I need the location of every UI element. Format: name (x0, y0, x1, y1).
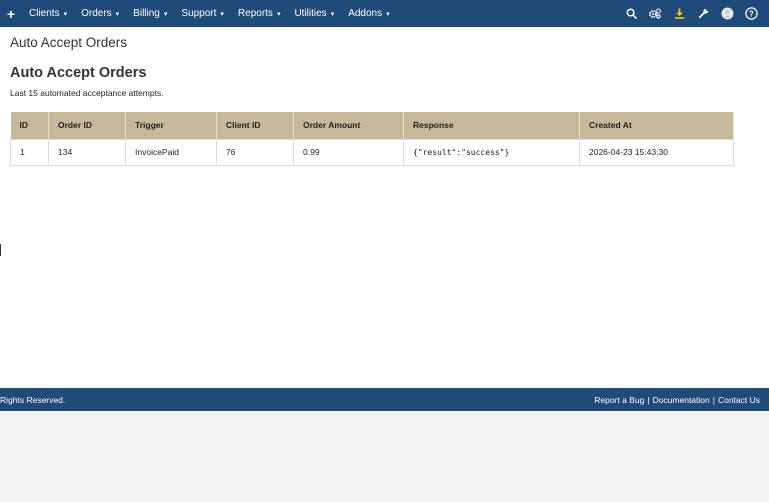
footer-separator: | (647, 394, 650, 405)
menu-reports[interactable]: Reports ▾ (231, 0, 288, 27)
caret-down-icon: ▾ (115, 10, 120, 18)
caret-down-icon: ▾ (63, 10, 68, 18)
footer-separator: | (712, 394, 715, 405)
report-bug-link[interactable]: Report a Bug (594, 395, 644, 405)
cell-client-id: 76 (216, 138, 294, 166)
header-response: Response (403, 112, 580, 139)
avatar-icon[interactable] (715, 0, 739, 27)
footer: Rights Reserved. Report a Bug | Document… (0, 388, 769, 411)
caret-down-icon: ▾ (276, 10, 281, 18)
breadcrumb-title: Auto Accept Orders (10, 35, 128, 50)
contact-us-link[interactable]: Contact Us (718, 395, 760, 405)
menu-label: Clients (29, 8, 60, 19)
header-order-amount: Order Amount (293, 112, 404, 139)
orders-table: ID Order ID Trigger Client ID Order Amou… (10, 112, 734, 166)
table-row: 1 134 InvoicePaid 76 0.99 {"result":"suc… (10, 138, 734, 166)
cell-id: 1 (10, 138, 49, 166)
wrench-icon[interactable] (691, 0, 715, 27)
main-menu: Clients ▾ Orders ▾ Billing ▾ Support ▾ R… (22, 0, 397, 27)
cell-order-id: 134 (48, 138, 126, 166)
menu-billing[interactable]: Billing ▾ (126, 0, 174, 27)
page-subtitle: Last 15 automated acceptance attempts. (10, 88, 164, 98)
menu-label: Utilities (294, 8, 327, 19)
main-content: Auto Accept Orders Auto Accept Orders La… (0, 27, 769, 388)
menu-label: Orders (81, 8, 112, 19)
menu-label: Billing (133, 8, 160, 19)
header-client-id: Client ID (216, 112, 294, 139)
search-icon[interactable] (619, 0, 643, 27)
menu-support[interactable]: Support ▾ (174, 0, 231, 27)
header-order-id: Order ID (48, 112, 126, 139)
menu-label: Addons (348, 8, 383, 19)
download-icon[interactable] (667, 0, 691, 27)
cell-response: {"result":"success"} (403, 138, 580, 166)
navbar-right-icons: ? (619, 0, 763, 27)
footer-links: Report a Bug | Documentation | Contact U… (594, 395, 760, 405)
table-header-row: ID Order ID Trigger Client ID Order Amou… (10, 112, 734, 139)
page-title: Auto Accept Orders (10, 65, 147, 81)
help-icon[interactable]: ? (739, 0, 763, 27)
footer-copyright: Rights Reserved. (0, 394, 66, 405)
left-edge-marker (0, 244, 1, 256)
caret-down-icon: ▾ (220, 10, 224, 18)
caret-down-icon: ▾ (163, 10, 168, 18)
caret-down-icon: ▾ (386, 10, 390, 18)
menu-label: Support (181, 8, 217, 19)
menu-clients[interactable]: Clients ▾ (22, 0, 74, 27)
caret-down-icon: ▾ (330, 10, 335, 18)
documentation-link[interactable]: Documentation (653, 395, 710, 405)
svg-text:?: ? (749, 9, 754, 18)
cell-trigger: InvoicePaid (125, 138, 217, 166)
header-created-at: Created At (579, 112, 734, 139)
plus-icon[interactable]: + (0, 0, 22, 27)
header-id: ID (10, 112, 49, 139)
cell-order-amount: 0.99 (293, 138, 404, 166)
cell-created-at: 2026-04-23 15:43:30 (579, 138, 734, 166)
menu-utilities[interactable]: Utilities ▾ (287, 0, 341, 27)
cogs-icon[interactable] (643, 0, 667, 27)
top-navbar: + Clients ▾ Orders ▾ Billing ▾ Support ▾… (0, 0, 769, 27)
header-trigger: Trigger (125, 112, 217, 139)
menu-addons[interactable]: Addons ▾ (341, 0, 396, 27)
menu-orders[interactable]: Orders ▾ (74, 0, 126, 27)
menu-label: Reports (237, 8, 273, 19)
